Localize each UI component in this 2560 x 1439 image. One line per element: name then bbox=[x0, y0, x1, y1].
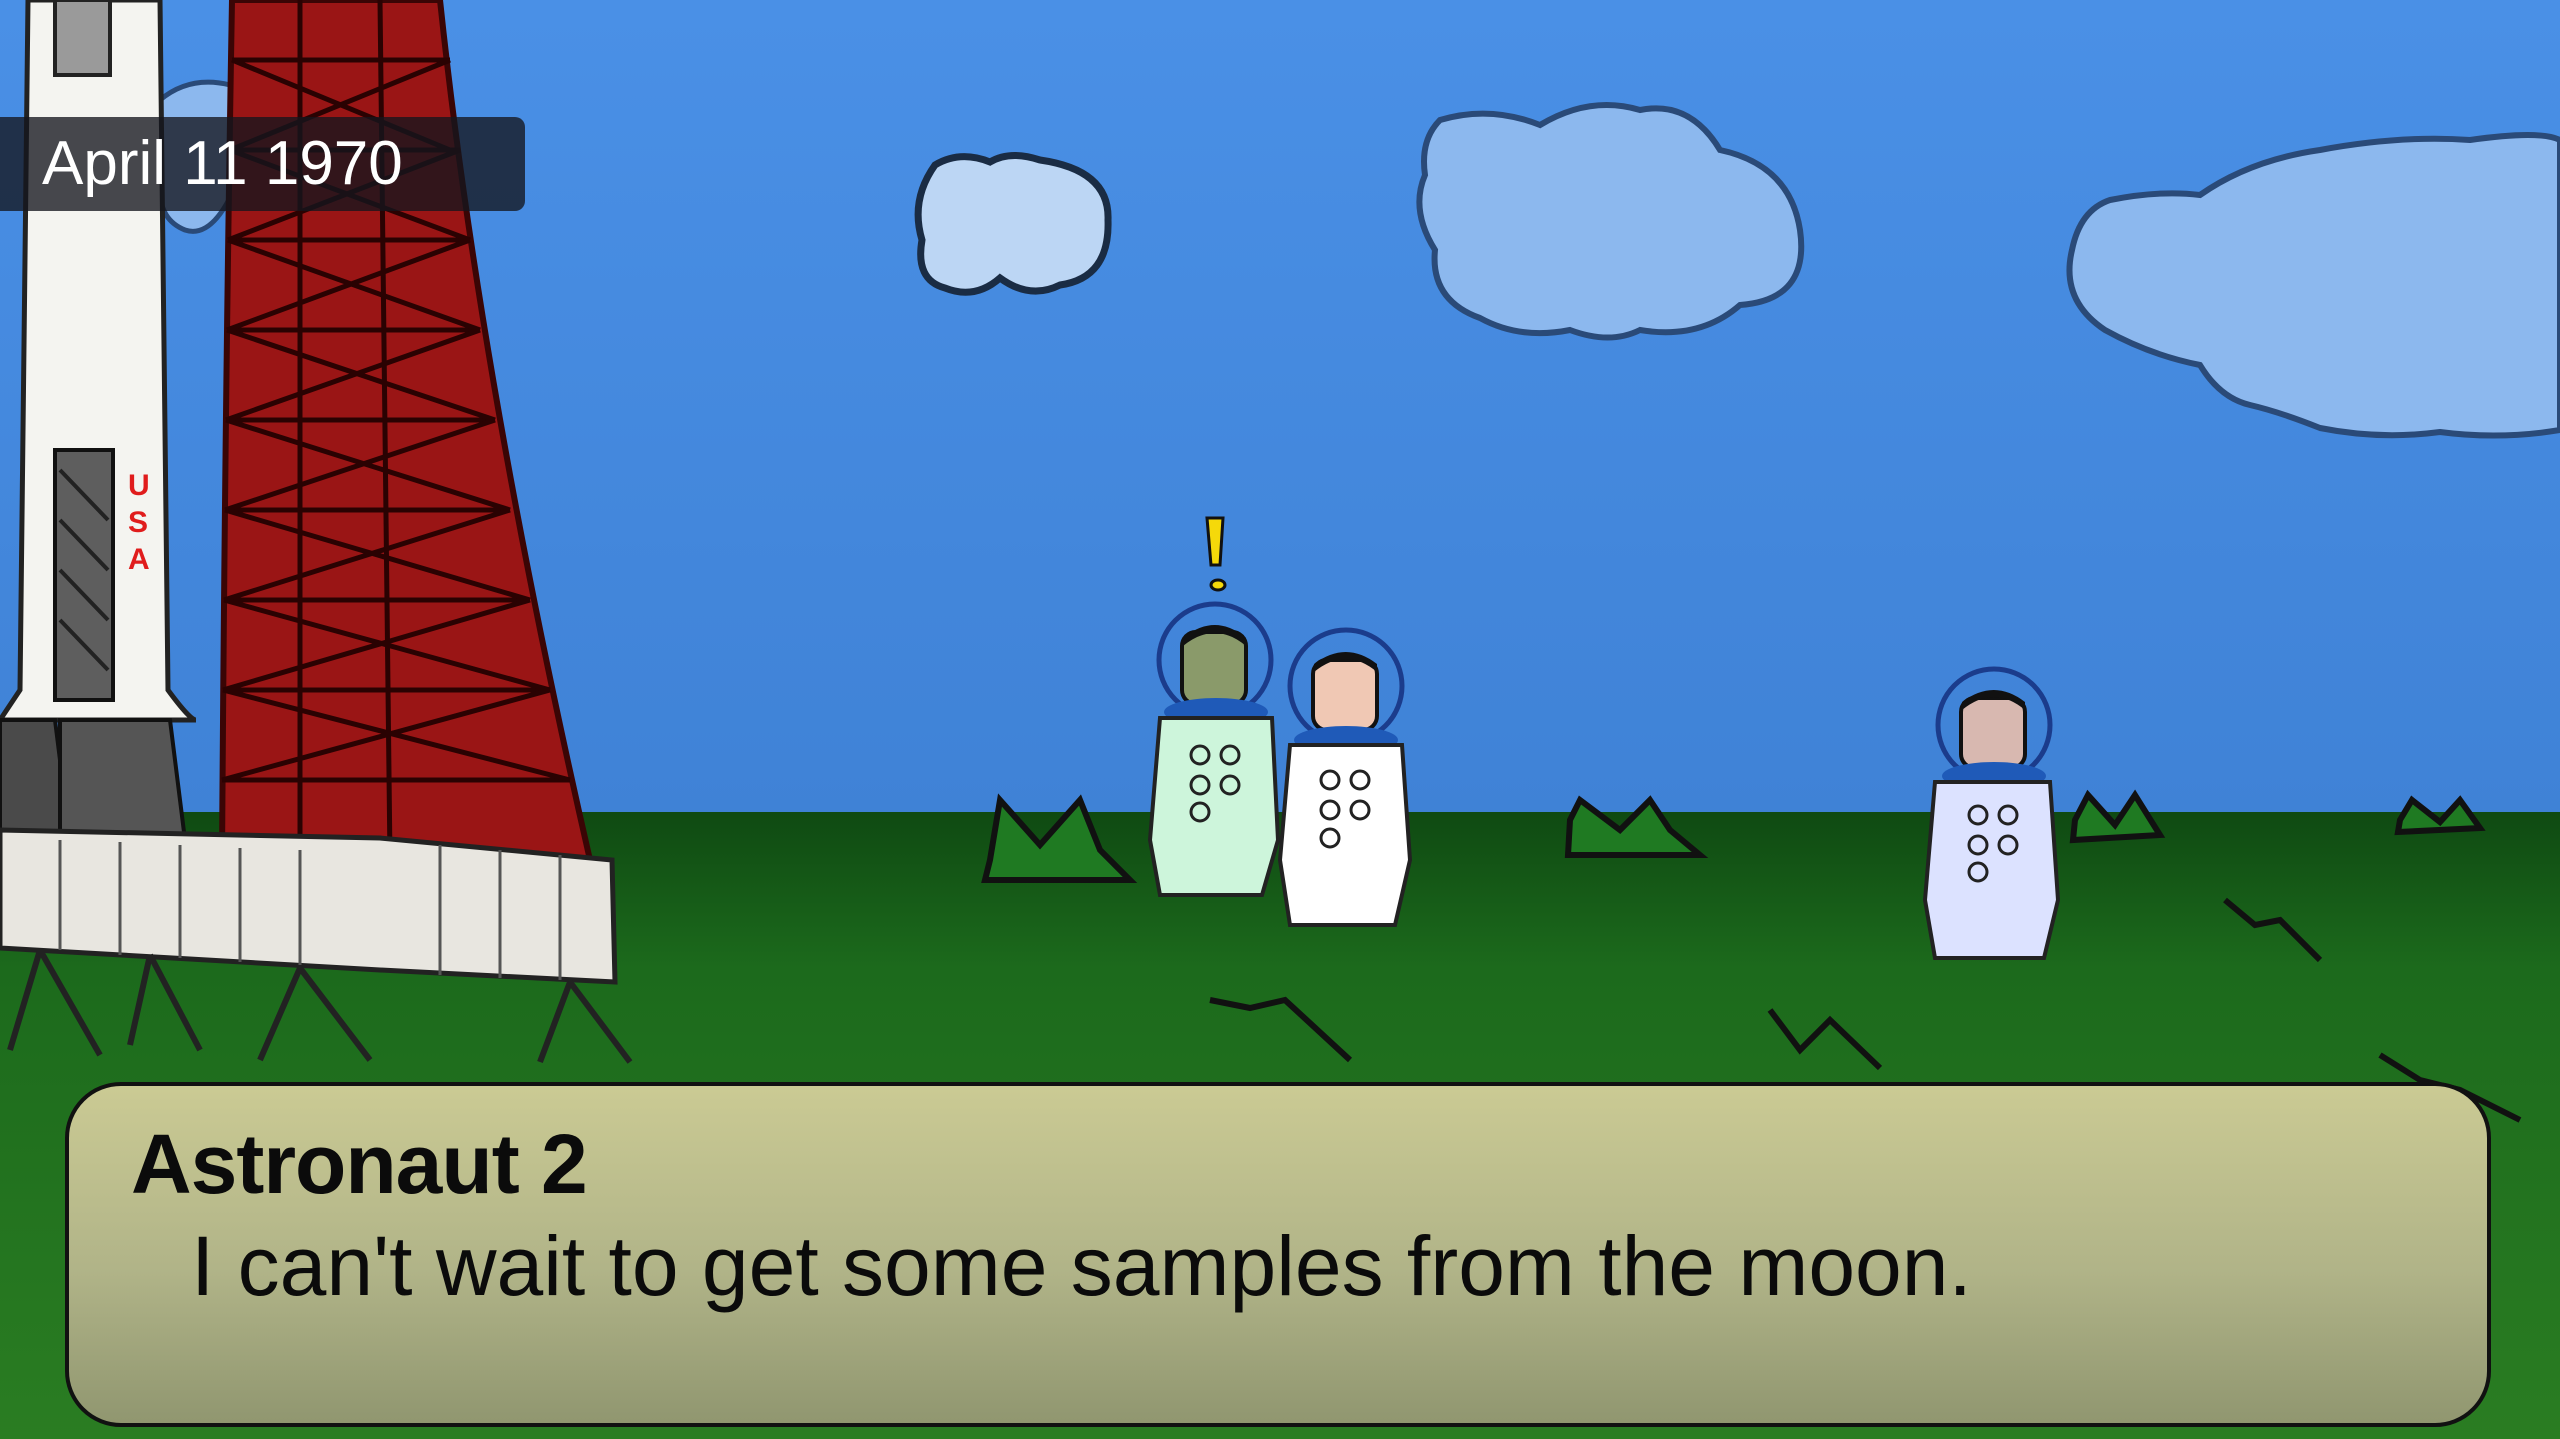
speaker-name: Astronaut 2 bbox=[131, 1117, 588, 1211]
dialog-text: I can't wait to get some samples from th… bbox=[191, 1219, 1972, 1313]
rocket-marking-letter: S bbox=[128, 506, 148, 539]
date-label: April 11 1970 bbox=[42, 129, 403, 198]
rocket-marking-letter: U bbox=[128, 469, 150, 502]
rocket-usa-marking: U S A bbox=[128, 469, 150, 576]
dialog-box[interactable]: Astronaut 2 I can't wait to get some sam… bbox=[65, 1082, 2491, 1427]
rocket-marking-letter: A bbox=[128, 543, 150, 576]
date-banner: April 11 1970 bbox=[0, 117, 525, 211]
cloud bbox=[914, 152, 1112, 296]
